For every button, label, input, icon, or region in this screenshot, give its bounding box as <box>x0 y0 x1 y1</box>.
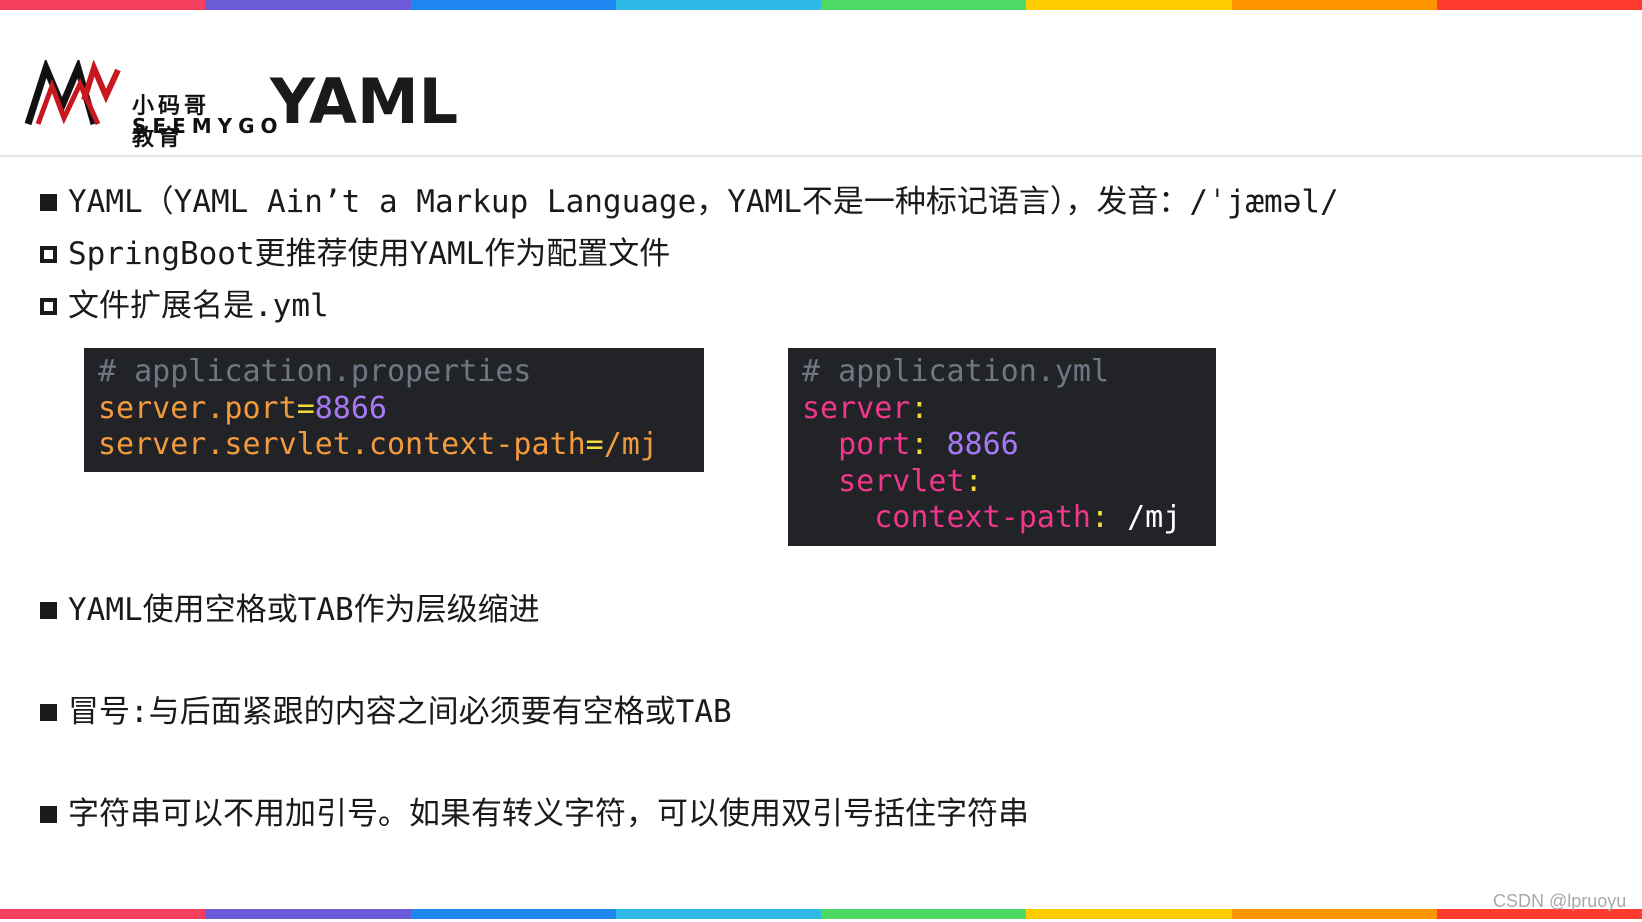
code-line: server.servlet.context-path=/mj <box>98 427 690 464</box>
code-line: # application.yml <box>802 354 1202 391</box>
code-operator: = <box>296 390 315 426</box>
filled-square-bullet-icon <box>40 704 57 721</box>
bullet-item: YAML（YAML Ain’t a Markup Language，YAML不是… <box>40 176 1339 221</box>
stripe-segment <box>0 0 206 10</box>
code-colon: : <box>910 427 929 462</box>
code-key: port <box>838 427 911 462</box>
code-key: server.port <box>98 390 297 426</box>
bullet-text: 文件扩展名是.yml <box>68 288 329 324</box>
stripe-segment <box>821 909 1027 919</box>
bullet-item: SpringBoot更推荐使用YAML作为配置文件 <box>40 228 670 273</box>
hollow-square-bullet-icon <box>40 246 57 263</box>
stripe-segment <box>821 0 1027 10</box>
bottom-color-stripe <box>0 909 1642 919</box>
code-colon: : <box>910 390 929 426</box>
code-key: server.servlet.context-path <box>98 427 586 462</box>
stripe-segment <box>205 909 411 919</box>
code-value: /mj <box>603 427 658 462</box>
bullet-item: 字符串可以不用加引号。如果有转义字符，可以使用双引号括住字符串 <box>40 788 1029 833</box>
bullet-text: 冒号:与后面紧跟的内容之间必须要有空格或TAB <box>68 694 732 730</box>
code-key: context-path <box>874 500 1091 535</box>
stripe-segment <box>0 909 206 919</box>
stripe-segment <box>1231 909 1437 919</box>
hollow-square-bullet-icon <box>40 298 57 315</box>
stripe-segment <box>205 0 411 10</box>
code-colon: : <box>964 463 983 499</box>
slide-title: YAML <box>270 65 459 138</box>
stripe-segment <box>615 0 821 10</box>
code-line: servlet: <box>802 464 1202 501</box>
slide-header: 小码哥教育 SEEMYGO YAML <box>0 10 1642 157</box>
bullet-text: YAML（YAML Ain’t a Markup Language，YAML不是… <box>68 184 1339 220</box>
stripe-segment <box>1436 0 1642 10</box>
properties-code-block: # application.properties server.port=8866… <box>84 348 704 472</box>
code-number: 8866 <box>314 390 387 426</box>
code-line: server: <box>802 391 1202 428</box>
code-operator: = <box>585 427 604 462</box>
code-line: context-path: /mj <box>802 500 1202 537</box>
code-number: 8866 <box>946 427 1019 462</box>
filled-square-bullet-icon <box>40 806 57 823</box>
bullet-item: YAML使用空格或TAB作为层级缩进 <box>40 584 540 629</box>
csdn-watermark: CSDN @lpruoyu <box>1493 891 1627 911</box>
bullet-item: 冒号:与后面紧跟的内容之间必须要有空格或TAB <box>40 686 732 731</box>
top-color-stripe <box>0 0 1642 10</box>
code-comment: # application.yml <box>802 354 1110 389</box>
yml-code-block: # application.yml server: port: 8866 serv… <box>788 348 1216 546</box>
stripe-segment <box>1026 0 1232 10</box>
bullet-item: 文件扩展名是.yml <box>40 280 329 325</box>
code-key: servlet <box>838 463 965 499</box>
code-line: # application.properties <box>98 354 690 391</box>
stripe-segment <box>410 909 616 919</box>
stripe-segment <box>410 0 616 10</box>
bullet-text: YAML使用空格或TAB作为层级缩进 <box>68 592 540 628</box>
code-line: port: 8866 <box>802 427 1202 464</box>
stripe-segment <box>615 909 821 919</box>
stripe-segment <box>1231 0 1437 10</box>
code-line: server.port=8866 <box>98 391 690 428</box>
code-comment: # application.properties <box>98 354 532 389</box>
code-colon: : <box>1091 500 1110 535</box>
logo-english-text: SEEMYGO <box>132 114 284 138</box>
logo-mark-icon <box>24 60 121 126</box>
filled-square-bullet-icon <box>40 194 57 211</box>
code-value: /mj <box>1127 500 1182 535</box>
stripe-segment <box>1026 909 1232 919</box>
filled-square-bullet-icon <box>40 602 57 619</box>
bullet-text: SpringBoot更推荐使用YAML作为配置文件 <box>68 236 671 272</box>
code-key: server <box>802 390 911 426</box>
bullet-text: 字符串可以不用加引号。如果有转义字符，可以使用双引号括住字符串 <box>68 796 1029 832</box>
seemygo-logo: 小码哥教育 SEEMYGO <box>24 60 278 150</box>
